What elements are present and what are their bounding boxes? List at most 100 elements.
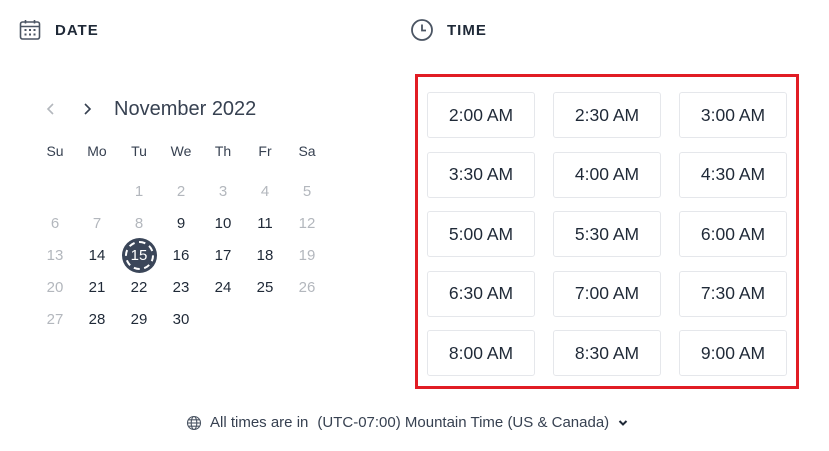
calendar-day: 6: [34, 208, 76, 239]
calendar-day-label[interactable]: 28: [81, 303, 114, 336]
calendar-day[interactable]: 22: [118, 272, 160, 303]
calendar-day: 3: [202, 176, 244, 207]
calendar-day: 2: [160, 176, 202, 207]
calendar-day[interactable]: 10: [202, 208, 244, 239]
time-slot-button[interactable]: 9:00 AM: [679, 330, 787, 376]
prev-month-button[interactable]: [36, 94, 66, 124]
weekday-label: Tu: [131, 143, 147, 159]
timezone-value[interactable]: (UTC-07:00) Mountain Time (US & Canada): [317, 414, 609, 431]
calendar-day-label[interactable]: 9: [165, 207, 198, 240]
calendar-day-label[interactable]: 17: [207, 239, 240, 272]
calendar-day-label[interactable]: 25: [249, 271, 282, 304]
calendar-day: 13: [34, 240, 76, 271]
time-slot-button[interactable]: 6:00 AM: [679, 211, 787, 257]
calendar-day-label[interactable]: 30: [165, 303, 198, 336]
calendar-day-label[interactable]: 21: [81, 271, 114, 304]
calendar-day-label: 6: [50, 215, 60, 232]
calendar-day: 27: [34, 304, 76, 335]
calendar-icon: [18, 18, 42, 42]
calendar-day-label[interactable]: 10: [207, 207, 240, 240]
calendar-day-label: [81, 175, 114, 208]
calendar-day: 26: [286, 272, 328, 303]
time-slot-button[interactable]: 4:30 AM: [679, 151, 787, 198]
calendar-day-grid: 1 2 3 4 5 6 7 8 9 10 11 12 13 14 15 16 17 18 19 20 21 22 23 24 2…: [34, 176, 328, 335]
calendar-day-label: 19: [298, 247, 316, 264]
date-section-title: DATE: [55, 21, 99, 39]
calendar-day[interactable]: 28: [76, 304, 118, 335]
calendar-day: 20: [34, 272, 76, 303]
calendar-day-label[interactable]: 22: [123, 271, 156, 304]
time-slot-button[interactable]: 6:30 AM: [427, 270, 535, 317]
calendar-day-label: 3: [218, 183, 228, 200]
timezone-selector: All times are in (UTC-07:00) Mountain Ti…: [186, 414, 629, 431]
chevron-left-icon: [46, 103, 54, 115]
calendar-day-label[interactable]: 23: [165, 271, 198, 304]
calendar-day-label: 4: [260, 183, 270, 200]
globe-icon: [186, 415, 202, 431]
calendar-day[interactable]: 25: [244, 272, 286, 303]
calendar-day-label: 13: [46, 247, 64, 264]
weekday-header-row: Su Mo Tu We Th Fr Sa: [34, 143, 328, 159]
calendar-day[interactable]: 21: [76, 272, 118, 303]
calendar-day-label[interactable]: 15: [122, 239, 156, 272]
time-slot-button[interactable]: 2:30 AM: [553, 92, 661, 138]
calendar-day-label: 27: [46, 311, 64, 328]
calendar-day-label: 8: [134, 215, 144, 232]
calendar-day-label: 20: [46, 279, 64, 296]
calendar-day[interactable]: 9: [160, 208, 202, 239]
calendar-day-label: 1: [134, 183, 144, 200]
calendar-day-empty: [76, 176, 118, 207]
time-slot-button[interactable]: 2:00 AM: [427, 92, 535, 138]
time-slot-button[interactable]: 5:30 AM: [553, 211, 661, 257]
calendar-day-label[interactable]: 14: [81, 239, 114, 272]
time-slot-button[interactable]: 4:00 AM: [553, 151, 661, 198]
clock-icon: [410, 18, 434, 42]
calendar-day: 19: [286, 240, 328, 271]
time-slot-button[interactable]: 8:30 AM: [553, 330, 661, 376]
month-label: November 2022: [114, 97, 257, 120]
time-section-header: TIME: [410, 18, 487, 42]
calendar-day: 1: [118, 176, 160, 207]
next-month-button[interactable]: [72, 94, 102, 124]
calendar-day-label[interactable]: 18: [249, 239, 282, 272]
calendar-day-label: 26: [298, 279, 316, 296]
calendar-day-label[interactable]: 29: [123, 303, 156, 336]
calendar-day-label: 2: [176, 183, 186, 200]
calendar-day-empty: [34, 176, 76, 207]
time-slot-button[interactable]: 7:30 AM: [679, 270, 787, 317]
calendar-day-selected[interactable]: 15: [118, 239, 160, 272]
calendar-navigation: November 2022: [36, 94, 256, 124]
weekday-label: Sa: [298, 143, 316, 159]
calendar-day[interactable]: 29: [118, 304, 160, 335]
weekday-label: We: [170, 143, 192, 159]
calendar-day-label[interactable]: 24: [207, 271, 240, 304]
time-slot-button[interactable]: 8:00 AM: [427, 330, 535, 376]
calendar-day: 7: [76, 208, 118, 239]
calendar-day[interactable]: 30: [160, 304, 202, 335]
calendar-day: 8: [118, 208, 160, 239]
weekday-label: Mo: [87, 143, 107, 159]
time-slot-button[interactable]: 5:00 AM: [427, 211, 535, 257]
calendar-day-label[interactable]: 16: [165, 239, 198, 272]
calendar-day[interactable]: 23: [160, 272, 202, 303]
calendar-day[interactable]: 17: [202, 240, 244, 271]
calendar-day[interactable]: 14: [76, 240, 118, 271]
calendar-day[interactable]: 24: [202, 272, 244, 303]
time-slot-button[interactable]: 7:00 AM: [553, 270, 661, 317]
chevron-down-icon[interactable]: [617, 417, 629, 429]
time-section-title: TIME: [447, 21, 487, 39]
calendar-day: 5: [286, 176, 328, 207]
calendar-day-label: 12: [298, 215, 316, 232]
time-slot-grid: 2:00 AM 2:30 AM 3:00 AM 3:30 AM 4:00 AM 4:30 …: [427, 92, 787, 376]
date-section-header: DATE: [18, 18, 99, 42]
time-slot-button[interactable]: 3:00 AM: [679, 92, 787, 138]
calendar-day[interactable]: 16: [160, 240, 202, 271]
calendar-day-label: 7: [92, 215, 102, 232]
weekday-label: Fr: [258, 143, 272, 159]
calendar-day-label[interactable]: 11: [249, 207, 282, 240]
calendar-day[interactable]: 18: [244, 240, 286, 271]
calendar-day-label: 5: [302, 183, 312, 200]
time-slot-button[interactable]: 3:30 AM: [427, 151, 535, 198]
calendar-day[interactable]: 11: [244, 208, 286, 239]
calendar-day: 4: [244, 176, 286, 207]
